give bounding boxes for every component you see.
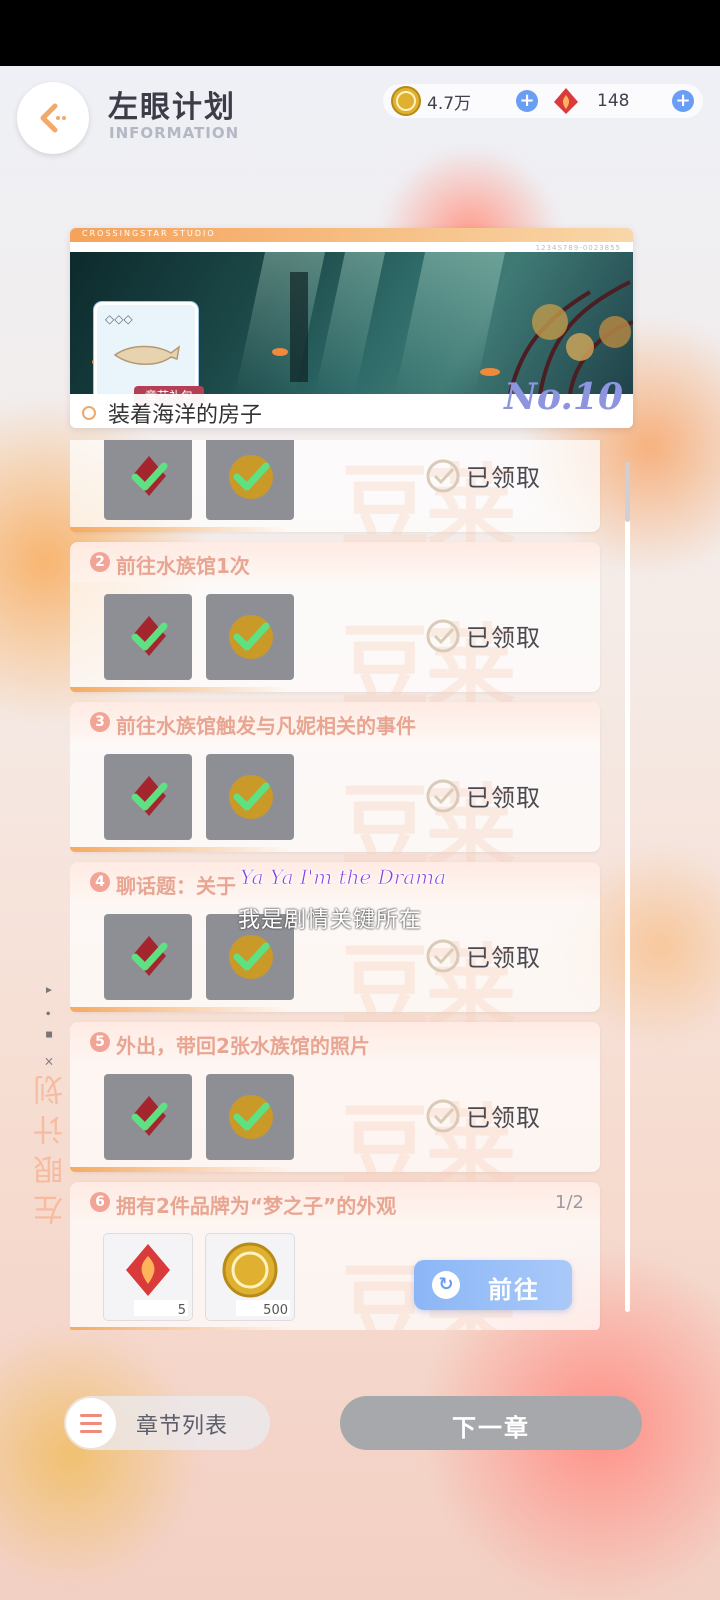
claimed-check-icon	[426, 939, 460, 972]
chapter-list-button[interactable]: 章节列表	[64, 1396, 270, 1450]
claimed-status: 已领取	[426, 458, 541, 493]
check-icon	[229, 775, 273, 819]
side-decoration: × ▪ • ◂	[42, 980, 56, 1069]
task-number: 5	[90, 1032, 110, 1052]
task-number: 3	[90, 712, 110, 732]
coin-reward[interactable]	[206, 594, 294, 680]
coin-reward[interactable]	[206, 440, 294, 520]
task-item-5: 5 外出，带回2张水族馆的照片 豆莱 已领取	[70, 1022, 600, 1200]
check-icon	[229, 1095, 273, 1139]
back-button[interactable]	[17, 82, 89, 154]
claimed-check-icon	[426, 1099, 460, 1132]
chapter-number: No.10	[504, 376, 623, 418]
check-icon	[131, 1096, 168, 1136]
claimed-check-icon	[426, 779, 460, 812]
task-item-3: 3 前往水族馆触发与凡妮相关的事件 豆莱 已领取	[70, 702, 600, 880]
check-icon	[229, 935, 273, 979]
reward-quantity: 5	[177, 1303, 186, 1318]
crystal-currency: 148	[551, 84, 629, 118]
check-icon	[131, 616, 168, 656]
task-item-6: 6 拥有2件品牌为“梦之子”的外观 1/2 豆莱 5 500 ↻ 前往	[70, 1182, 600, 1330]
refresh-arrow-icon: ↻	[432, 1271, 460, 1299]
add-crystal-button[interactable]: +	[672, 90, 694, 112]
crystal-reward[interactable]	[104, 594, 192, 680]
go-button[interactable]: ↻ 前往	[414, 1260, 572, 1310]
coin-reward[interactable]: 500	[206, 1234, 294, 1320]
side-title: 左眼计划	[34, 1065, 69, 1225]
overlay-caption-cn: 我是剧情关键所在	[238, 908, 423, 933]
red-crystal-icon	[554, 88, 578, 114]
fish-icon: ◇◇◇	[105, 312, 181, 365]
task-title: 前往水族馆触发与凡妮相关的事件	[116, 714, 416, 738]
red-crystal-icon	[126, 1244, 170, 1296]
check-icon	[229, 455, 273, 499]
bullet-icon	[82, 406, 96, 420]
scrollbar-track[interactable]	[625, 462, 630, 1312]
chapter-image: ◇◇◇ 章节礼包	[70, 252, 633, 406]
task-title: 外出，带回2张水族馆的照片	[116, 1034, 370, 1058]
task-title: 聊话题：关于	[116, 874, 236, 898]
check-icon	[131, 456, 168, 496]
currency-bar: 4.7万 + 148 +	[383, 84, 703, 118]
coin-reward[interactable]	[206, 754, 294, 840]
list-icon	[66, 1398, 116, 1448]
banner-code: 1234S789-0023855	[535, 244, 621, 252]
reward-quantity: 500	[263, 1303, 288, 1318]
crystal-reward[interactable]: 5	[104, 1234, 192, 1320]
task-number: 4	[90, 872, 110, 892]
check-icon	[131, 936, 168, 976]
gold-value: 4.7万	[427, 93, 472, 114]
status-bar	[0, 0, 720, 66]
task-number: 2	[90, 552, 110, 572]
chapter-name: 装着海洋的房子	[108, 403, 263, 428]
crystal-reward[interactable]	[104, 1074, 192, 1160]
task-title: 拥有2件品牌为“梦之子”的外观	[116, 1194, 397, 1218]
add-gold-button[interactable]: +	[516, 90, 538, 112]
back-arrow-icon	[40, 103, 66, 133]
next-chapter-button[interactable]: 下一章	[340, 1396, 642, 1450]
crystal-value: 148	[597, 91, 630, 111]
check-icon	[131, 776, 168, 816]
task-item-2: 2 前往水族馆1次 豆莱 已领取	[70, 542, 600, 720]
task-item-1: 豆莱 已领取	[70, 440, 600, 560]
page-subtitle: INFORMATION	[109, 124, 240, 142]
page-title: 左眼计划	[108, 90, 236, 125]
claimed-status: 已领取	[426, 618, 541, 653]
claimed-status: 已领取	[426, 778, 541, 813]
studio-label: CROSSINGSTAR STUDIO	[82, 229, 216, 238]
crystal-reward[interactable]	[104, 754, 192, 840]
task-number: 6	[90, 1192, 110, 1212]
gold-coin-icon	[391, 86, 421, 116]
task-title: 前往水族馆1次	[116, 554, 250, 578]
gold-coin-icon	[222, 1242, 278, 1298]
overlay-caption-en: Ya Ya I'm the Drama	[240, 865, 447, 890]
claimed-status: 已领取	[426, 1098, 541, 1133]
chapter-banner: CROSSINGSTAR STUDIO 1234S789-0023855 ◇◇◇…	[70, 228, 633, 428]
gold-currency: 4.7万	[391, 84, 471, 118]
crystal-reward[interactable]	[104, 914, 192, 1000]
coin-reward[interactable]	[206, 1074, 294, 1160]
task-progress: 1/2	[555, 1192, 584, 1213]
svg-text:◇◇◇: ◇◇◇	[105, 312, 133, 326]
crystal-reward[interactable]	[104, 440, 192, 520]
scrollbar-thumb[interactable]	[625, 462, 630, 522]
claimed-check-icon	[426, 459, 460, 492]
check-icon	[229, 615, 273, 659]
claimed-status: 已领取	[426, 938, 541, 973]
claimed-check-icon	[426, 619, 460, 652]
